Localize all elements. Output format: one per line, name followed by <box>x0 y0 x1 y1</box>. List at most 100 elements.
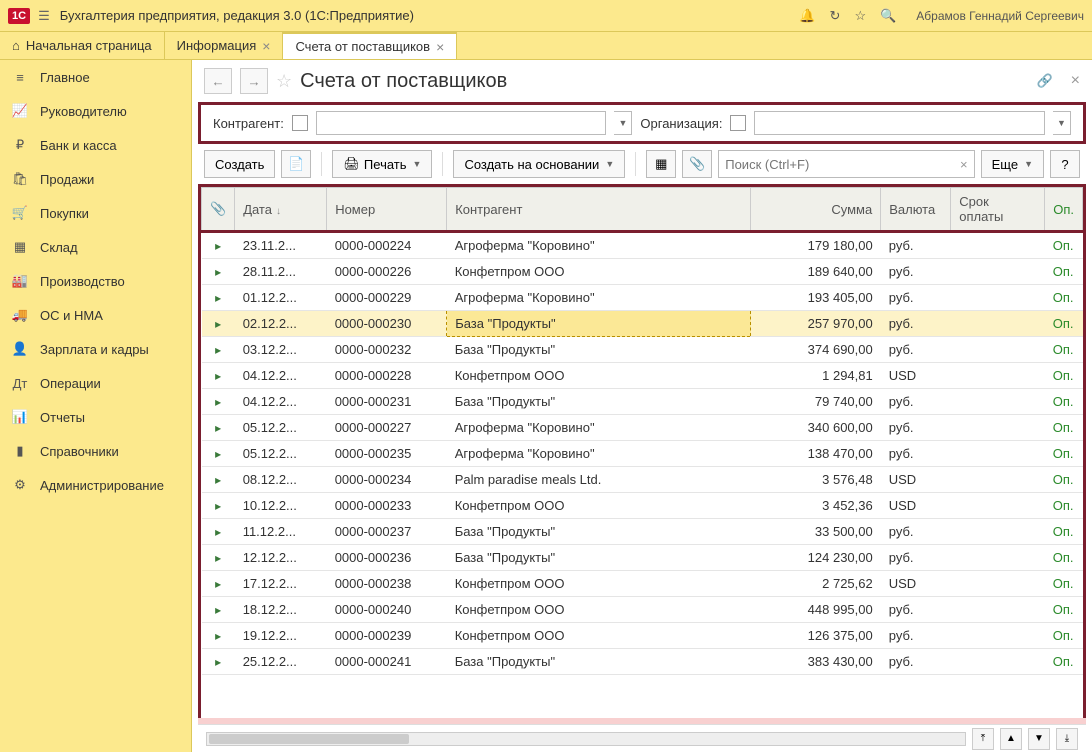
scroll-down-button[interactable]: ▼ <box>1028 728 1050 750</box>
contragent-checkbox[interactable] <box>292 115 308 131</box>
sidebar-item-directories[interactable]: ▮Справочники <box>0 434 191 468</box>
table-row[interactable]: ▸10.12.2...0000-000233Конфетпром ООО3 45… <box>202 493 1083 519</box>
search-box[interactable]: × <box>718 150 974 178</box>
table-row[interactable]: ▸08.12.2...0000-000234Palm paradise meal… <box>202 467 1083 493</box>
document-icon: ▸ <box>215 447 221 461</box>
col-sum[interactable]: Сумма <box>751 188 881 232</box>
history-icon[interactable]: ↻ <box>830 8 841 24</box>
col-due-label: Срок оплаты <box>959 194 1003 224</box>
horizontal-scrollbar[interactable] <box>206 732 966 746</box>
attach-button[interactable]: 📎 <box>682 150 712 178</box>
cell-due <box>951 311 1045 337</box>
sidebar-item-production[interactable]: 🏭Производство <box>0 264 191 298</box>
cell-contragent: Агроферма "Коровино" <box>447 232 751 259</box>
cell-payment: Оп. <box>1045 597 1083 623</box>
tab-home[interactable]: ⌂ Начальная страница <box>0 32 165 59</box>
org-dropdown-icon[interactable]: ▼ <box>1053 111 1071 135</box>
cell-due <box>951 649 1045 675</box>
col-date[interactable]: Дата↓ <box>235 188 327 232</box>
table-row[interactable]: ▸19.12.2...0000-000239Конфетпром ООО126 … <box>202 623 1083 649</box>
print-button[interactable]: 🖨Печать▼ <box>332 150 432 178</box>
table-row[interactable]: ▸12.12.2...0000-000236База "Продукты"124… <box>202 545 1083 571</box>
document-icon: ▸ <box>215 499 221 513</box>
close-icon[interactable]: × <box>436 39 444 55</box>
contragent-dropdown-icon[interactable]: ▼ <box>614 111 632 135</box>
sidebar-item-purchases[interactable]: 🛒Покупки <box>0 196 191 230</box>
cell-payment: Оп. <box>1045 363 1083 389</box>
sidebar-item-warehouse[interactable]: ▦Склад <box>0 230 191 264</box>
contragent-input[interactable] <box>316 111 607 135</box>
cell-contragent: Конфетпром ООО <box>447 259 751 285</box>
col-attachment[interactable]: 📎 <box>202 188 235 232</box>
copy-button[interactable]: 📄 <box>281 150 311 178</box>
org-checkbox[interactable] <box>730 115 746 131</box>
register-button[interactable]: ▦ <box>646 150 676 178</box>
col-contragent[interactable]: Контрагент <box>447 188 751 232</box>
scrollbar-thumb[interactable] <box>209 734 409 744</box>
separator <box>442 152 443 176</box>
clear-search-icon[interactable]: × <box>960 157 968 172</box>
sidebar-item-main[interactable]: ≡Главное <box>0 60 191 94</box>
cell-contragent: База "Продукты" <box>447 545 751 571</box>
register-icon: ▦ <box>655 156 667 172</box>
search-input[interactable] <box>725 157 960 172</box>
table-row[interactable]: ▸04.12.2...0000-000231База "Продукты"79 … <box>202 389 1083 415</box>
org-input[interactable] <box>754 111 1045 135</box>
sidebar-item-manager[interactable]: 📈Руководителю <box>0 94 191 128</box>
document-icon: ▸ <box>215 473 221 487</box>
table-row[interactable]: ▸04.12.2...0000-000228Конфетпром ООО1 29… <box>202 363 1083 389</box>
create-based-button[interactable]: Создать на основании▼ <box>453 150 625 178</box>
col-number[interactable]: Номер <box>327 188 447 232</box>
table-row[interactable]: ▸28.11.2...0000-000226Конфетпром ООО189 … <box>202 259 1083 285</box>
table-row[interactable]: ▸17.12.2...0000-000238Конфетпром ООО2 72… <box>202 571 1083 597</box>
sidebar-item-admin[interactable]: ⚙Администрирование <box>0 468 191 502</box>
help-button[interactable]: ? <box>1050 150 1080 178</box>
create-button[interactable]: Создать <box>204 150 275 178</box>
table-row[interactable]: ▸05.12.2...0000-000235Агроферма "Коровин… <box>202 441 1083 467</box>
favorite-star-icon[interactable]: ☆ <box>276 71 292 92</box>
sidebar-item-hr[interactable]: 👤Зарплата и кадры <box>0 332 191 366</box>
scroll-bottom-button[interactable]: ⤓ <box>1056 728 1078 750</box>
table: 📎 Дата↓ Номер Контрагент Сумма Валюта Ср… <box>198 184 1086 718</box>
tab-invoices[interactable]: Счета от поставщиков × <box>283 32 457 59</box>
scroll-up-button[interactable]: ▲ <box>1000 728 1022 750</box>
link-icon[interactable]: 🔗 <box>1036 73 1052 89</box>
table-row[interactable]: ▸03.12.2...0000-000232База "Продукты"374… <box>202 337 1083 363</box>
home-icon: ⌂ <box>12 38 20 53</box>
table-row[interactable]: ▸11.12.2...0000-000237База "Продукты"33 … <box>202 519 1083 545</box>
col-currency[interactable]: Валюта <box>881 188 951 232</box>
col-payment[interactable]: Оп. <box>1045 188 1083 232</box>
sidebar-item-sales[interactable]: 🛍Продажи <box>0 162 191 196</box>
sidebar-item-reports[interactable]: 📊Отчеты <box>0 400 191 434</box>
bag-icon: 🛍 <box>12 171 28 187</box>
table-row[interactable]: ▸25.12.2...0000-000241База "Продукты"383… <box>202 649 1083 675</box>
cell-sum: 189 640,00 <box>751 259 881 285</box>
sidebar-item-operations[interactable]: ДтОперации <box>0 366 191 400</box>
sidebar-item-bank[interactable]: ₽Банк и касса <box>0 128 191 162</box>
cell-date: 11.12.2... <box>235 519 327 545</box>
document-icon: ▸ <box>215 239 221 253</box>
table-row[interactable]: ▸23.11.2...0000-000224Агроферма "Коровин… <box>202 232 1083 259</box>
filter-bar: Контрагент: ▼ Организация: ▼ <box>198 102 1086 144</box>
table-row[interactable]: ▸02.12.2...0000-000230База "Продукты"257… <box>202 311 1083 337</box>
nav-back-button[interactable]: ← <box>204 68 232 94</box>
close-icon[interactable]: × <box>1071 72 1080 90</box>
table-row[interactable]: ▸01.12.2...0000-000229Агроферма "Коровин… <box>202 285 1083 311</box>
cell-number: 0000-000241 <box>327 649 447 675</box>
star-icon[interactable]: ☆ <box>854 8 866 24</box>
scroll-top-button[interactable]: ⤒ <box>972 728 994 750</box>
more-button[interactable]: Еще▼ <box>981 150 1044 178</box>
cell-number: 0000-000233 <box>327 493 447 519</box>
bell-icon[interactable]: 🔔 <box>799 8 815 24</box>
user-name[interactable]: Абрамов Геннадий Сергеевич <box>916 9 1084 23</box>
hamburger-icon[interactable]: ☰ <box>38 8 50 24</box>
close-icon[interactable]: × <box>262 38 270 54</box>
tab-info[interactable]: Информация × <box>165 32 284 59</box>
table-row[interactable]: ▸18.12.2...0000-000240Конфетпром ООО448 … <box>202 597 1083 623</box>
col-due[interactable]: Срок оплаты <box>951 188 1045 232</box>
nav-forward-button[interactable]: → <box>240 68 268 94</box>
search-icon[interactable]: 🔍 <box>880 8 896 24</box>
sidebar-item-assets[interactable]: 🚚ОС и НМА <box>0 298 191 332</box>
table-row[interactable]: ▸05.12.2...0000-000227Агроферма "Коровин… <box>202 415 1083 441</box>
document-icon: ▸ <box>215 317 221 331</box>
